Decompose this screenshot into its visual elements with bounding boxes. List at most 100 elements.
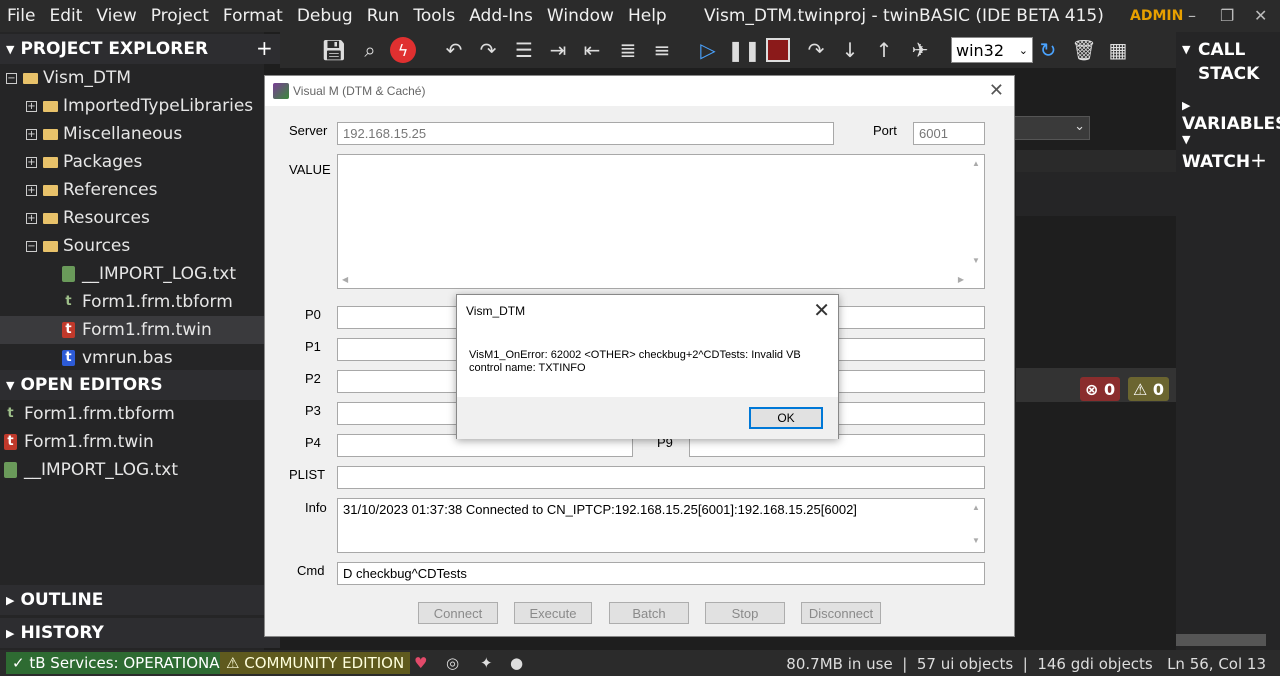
vertical-scrollbar[interactable]: ▲ ▼ bbox=[968, 499, 984, 552]
tree-folder[interactable]: + Resources bbox=[26, 204, 150, 232]
menu-project[interactable]: Project bbox=[144, 6, 216, 26]
port-input[interactable]: 6001 bbox=[913, 122, 985, 145]
tree-folder[interactable]: + Miscellaneous bbox=[26, 120, 182, 148]
stop-button[interactable]: Stop bbox=[705, 602, 785, 624]
menu-help[interactable]: Help bbox=[621, 6, 674, 26]
vertical-scrollbar[interactable]: ▲ ▼ bbox=[968, 155, 984, 288]
close-window-icon[interactable]: ✕ bbox=[1254, 6, 1267, 25]
services-status[interactable]: ✓ tB Services: OPERATIONAL bbox=[6, 652, 234, 674]
expand-box-icon[interactable]: + bbox=[26, 128, 37, 140]
undo-icon[interactable]: ↶ bbox=[440, 36, 468, 64]
tree-root-label: Vism_DTM bbox=[43, 68, 132, 88]
platform-select[interactable]: win32 ⌄ bbox=[951, 37, 1033, 63]
search-icon[interactable]: ⌕ bbox=[356, 36, 384, 64]
twitter-icon[interactable]: ✦ bbox=[480, 654, 493, 672]
tree-folder-label: Packages bbox=[63, 152, 143, 172]
build-icon[interactable]: ϟ bbox=[390, 37, 416, 63]
history-header[interactable]: ▶ HISTORY bbox=[0, 618, 280, 648]
tree-file[interactable]: t Form1.frm.tbform bbox=[62, 288, 232, 316]
expand-box-icon[interactable]: + bbox=[26, 184, 37, 196]
menu-debug[interactable]: Debug bbox=[290, 6, 360, 26]
restore-icon[interactable]: ❐ bbox=[1220, 6, 1234, 25]
refresh-icon[interactable]: ↻ bbox=[1034, 36, 1062, 64]
expand-box-icon[interactable]: + bbox=[26, 100, 37, 112]
ok-button[interactable]: OK bbox=[749, 407, 823, 429]
open-editors-header[interactable]: ▼ OPEN EDITORS bbox=[0, 370, 280, 400]
step-out-icon[interactable]: ↑ bbox=[870, 36, 898, 64]
uncomment-icon[interactable]: ≡ bbox=[648, 36, 676, 64]
pause-icon[interactable]: ❚❚ bbox=[727, 36, 761, 64]
run-icon[interactable]: ▷ bbox=[694, 36, 722, 64]
disconnect-button[interactable]: Disconnect bbox=[801, 602, 881, 624]
connect-button[interactable]: Connect bbox=[418, 602, 498, 624]
tree-root[interactable]: − Vism_DTM bbox=[6, 64, 131, 92]
menu-tools[interactable]: Tools bbox=[406, 6, 462, 26]
menu-addins[interactable]: Add-Ins bbox=[462, 6, 540, 26]
github-icon[interactable]: ● bbox=[510, 654, 523, 672]
menu-window[interactable]: Window bbox=[540, 6, 621, 26]
tree-folder[interactable]: + Packages bbox=[26, 148, 142, 176]
stop-icon[interactable] bbox=[766, 38, 790, 62]
redo-icon[interactable]: ↷ bbox=[474, 36, 502, 64]
tree-folder[interactable]: + References bbox=[26, 176, 157, 204]
add-watch-icon[interactable]: + bbox=[1250, 148, 1267, 172]
edition-badge[interactable]: ⚠ COMMUNITY EDITION bbox=[220, 652, 411, 674]
plist-input[interactable] bbox=[337, 466, 985, 489]
cursor-position[interactable]: Ln 56, Col 13 bbox=[1167, 655, 1266, 673]
step-over-icon[interactable]: ↷ bbox=[802, 36, 830, 64]
horizontal-scrollbar[interactable]: ◀ ▶ bbox=[338, 272, 968, 288]
add-icon[interactable]: + bbox=[256, 36, 273, 60]
open-editor-item[interactable]: t Form1.frm.twin bbox=[4, 428, 154, 456]
heart-icon[interactable]: ♥ bbox=[414, 654, 427, 672]
menu-view[interactable]: View bbox=[89, 6, 143, 26]
error-count-badge[interactable]: ⊗ 0 bbox=[1080, 377, 1121, 401]
open-editor-item[interactable]: __IMPORT_LOG.txt bbox=[4, 456, 178, 484]
tree-folder[interactable]: + ImportedTypeLibraries bbox=[26, 92, 253, 120]
value-textarea[interactable]: ▲ ▼ ◀ ▶ bbox=[337, 154, 985, 289]
chevron-down-icon: ⌄ bbox=[1074, 119, 1085, 134]
menu-format[interactable]: Format bbox=[216, 6, 290, 26]
menu-edit[interactable]: Edit bbox=[42, 6, 89, 26]
tree-file[interactable]: __IMPORT_LOG.txt bbox=[62, 260, 236, 288]
outdent-icon[interactable]: ⇤ bbox=[578, 36, 606, 64]
horizontal-scrollbar[interactable] bbox=[1176, 634, 1266, 646]
services-status-text: tB Services: OPERATIONAL bbox=[29, 654, 228, 672]
call-stack-header[interactable]: ▼ CALL STACK bbox=[1182, 38, 1262, 86]
server-input[interactable]: 192.168.15.25 bbox=[337, 122, 834, 145]
discord-icon[interactable]: ◎ bbox=[446, 654, 459, 672]
batch-button[interactable]: Batch bbox=[609, 602, 689, 624]
outline-title: OUTLINE bbox=[20, 590, 104, 610]
close-icon[interactable]: ✕ bbox=[989, 80, 1004, 101]
project-explorer-header[interactable]: ▼ PROJECT EXPLORER + bbox=[0, 34, 280, 64]
comment-icon[interactable]: ≣ bbox=[614, 36, 642, 64]
grid-icon[interactable]: ▦ bbox=[1104, 36, 1132, 64]
save-icon[interactable]: 💾︎ bbox=[320, 36, 348, 64]
editor-dropdown[interactable]: ⌄ bbox=[1010, 116, 1090, 140]
menu-run[interactable]: Run bbox=[360, 6, 407, 26]
collapse-box-icon[interactable]: − bbox=[26, 240, 37, 252]
chevron-down-icon: ⌄ bbox=[1018, 43, 1028, 57]
visualm-titlebar[interactable]: Visual M (DTM & Caché) ✕ bbox=[265, 76, 1014, 106]
info-label: Info bbox=[305, 500, 327, 515]
align-icon[interactable]: ☰ bbox=[510, 36, 538, 64]
watch-header[interactable]: ▼ WATCH+ bbox=[1182, 128, 1280, 172]
menu-file[interactable]: File bbox=[0, 6, 42, 26]
warning-count-badge[interactable]: ⚠ 0 bbox=[1128, 377, 1170, 401]
execute-button[interactable]: Execute bbox=[514, 602, 592, 624]
expand-box-icon[interactable]: + bbox=[26, 212, 37, 224]
close-icon[interactable]: ✕ bbox=[813, 298, 830, 323]
collapse-box-icon[interactable]: − bbox=[6, 72, 17, 84]
open-editor-item[interactable]: t Form1.frm.tbform bbox=[4, 400, 174, 428]
outline-header[interactable]: ▶ OUTLINE bbox=[0, 585, 280, 615]
run-to-cursor-icon[interactable]: ✈ bbox=[906, 36, 934, 64]
tree-folder[interactable]: − Sources bbox=[26, 232, 130, 260]
minimize-icon[interactable]: – bbox=[1188, 6, 1196, 25]
expand-box-icon[interactable]: + bbox=[26, 156, 37, 168]
info-textarea[interactable]: 31/10/2023 01:37:38 Connected to CN_IPTC… bbox=[337, 498, 985, 553]
tree-file[interactable]: t vmrun.bas bbox=[62, 344, 173, 372]
indent-icon[interactable]: ⇥ bbox=[544, 36, 572, 64]
cmd-input[interactable]: D checkbug^CDTests bbox=[337, 562, 985, 585]
trash-icon[interactable]: 🗑︎ bbox=[1070, 36, 1098, 64]
step-into-icon[interactable]: ↓ bbox=[836, 36, 864, 64]
tree-file-selected[interactable]: t Form1.frm.twin bbox=[0, 316, 264, 344]
